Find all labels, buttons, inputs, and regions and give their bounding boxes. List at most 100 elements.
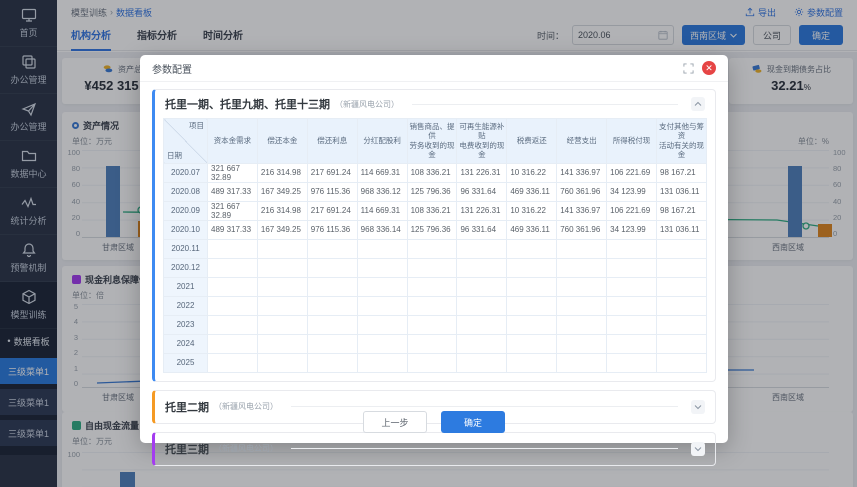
value-cell: 489 317.33: [207, 181, 258, 202]
value-cell: 976 115.36: [306, 181, 358, 202]
table-row: 2020.07 321 667 32.89 216 314.98 217 691.24…: [163, 162, 707, 183]
section-header[interactable]: 托里一期、托里九期、托里十三期 （新疆风电公司）: [155, 90, 715, 116]
value-cell: 760 361.96: [556, 219, 608, 240]
chevron-up-icon: [694, 101, 702, 106]
table-column-header: 支付其他与筹资 活动有关的现金: [656, 118, 707, 164]
value-cell: [456, 333, 508, 354]
value-cell: [356, 238, 408, 259]
value-cell: [306, 238, 358, 259]
expand-button[interactable]: [691, 441, 705, 456]
value-cell: 976 115.36: [306, 219, 358, 240]
collapse-button[interactable]: [691, 97, 705, 111]
value-cell: [356, 295, 408, 316]
value-cell: [456, 295, 508, 316]
value-cell: [207, 238, 258, 259]
previous-step-button[interactable]: 上一步: [363, 411, 427, 433]
table-column-header: 可再生能源补贴 电费收到的现金: [456, 118, 508, 164]
table-corner-cell: 项目 日期: [163, 118, 208, 164]
date-cell: 2023: [163, 314, 208, 335]
value-cell: [356, 314, 408, 335]
value-cell: [306, 352, 358, 373]
value-cell: 98 167.21: [656, 162, 707, 183]
param-config-dialog: 参数配置 ✕ 托里一期、托里九期、托里十三期 （新疆风电公司） 项目 日期 资本…: [140, 55, 728, 466]
value-cell: [356, 352, 408, 373]
dialog-header: 参数配置 ✕: [140, 55, 728, 82]
value-cell: [506, 295, 558, 316]
value-cell: [556, 295, 608, 316]
value-cell: [207, 333, 258, 354]
value-cell: 968 336.12: [356, 181, 408, 202]
value-cell: 131 226.31: [456, 162, 508, 183]
value-cell: 125 796.36: [406, 219, 458, 240]
value-cell: [207, 295, 258, 316]
table-column-header: 偿还利息: [306, 118, 358, 164]
value-cell: [506, 333, 558, 354]
value-cell: 34 123.99: [606, 181, 658, 202]
value-cell: [256, 295, 308, 316]
value-cell: [456, 276, 508, 297]
app-window: 首页 办公管理 办公管理 数据中心 统计分析 预警机制 模型训练 • 数据看板 三级菜单1 三…: [0, 0, 857, 487]
value-cell: 216 314.98: [256, 162, 308, 183]
value-cell: [606, 352, 658, 373]
table-column-header: 所得税付现: [606, 118, 658, 164]
date-cell: 2020.08: [163, 181, 208, 202]
close-icon[interactable]: ✕: [702, 61, 716, 75]
table-row: 2020.10 489 317.33 167 349.25 976 115.36 968…: [163, 219, 707, 240]
value-cell: [356, 276, 408, 297]
value-cell: [356, 333, 408, 354]
corner-label-top: 项目: [189, 121, 204, 130]
value-cell: [456, 314, 508, 335]
confirm-button[interactable]: 确定: [441, 411, 505, 433]
value-cell: [207, 314, 258, 335]
table-column-header: 分红配股利: [356, 118, 408, 164]
value-cell: 131 036.11: [656, 181, 707, 202]
value-cell: 106 221.69: [606, 162, 658, 183]
value-cell: [556, 352, 608, 373]
table-row: 2020.08 489 317.33 167 349.25 976 115.36 968…: [163, 181, 707, 202]
section-header[interactable]: 托里三期 （新疆风电公司）: [155, 433, 715, 465]
value-cell: [656, 238, 707, 259]
value-cell: [606, 276, 658, 297]
date-cell: 2020.12: [163, 257, 208, 278]
date-cell: 2021: [163, 276, 208, 297]
value-cell: [456, 238, 508, 259]
value-cell: [656, 314, 707, 335]
table-column-header: 经营支出: [556, 118, 608, 164]
value-cell: 469 336.11: [506, 181, 558, 202]
value-cell: 968 336.14: [356, 219, 408, 240]
table-column-header: 税费返还: [506, 118, 558, 164]
table-row: 2020.11: [163, 238, 707, 259]
date-cell: 2025: [163, 352, 208, 373]
value-cell: [406, 295, 458, 316]
date-cell: 2022: [163, 295, 208, 316]
value-cell: 108 336.21: [406, 162, 458, 183]
value-cell: [207, 352, 258, 373]
dialog-footer: 上一步 确定: [140, 411, 728, 433]
table-row: 2023: [163, 314, 707, 335]
value-cell: [256, 276, 308, 297]
value-cell: [556, 314, 608, 335]
value-cell: [306, 333, 358, 354]
value-cell: 489 317.33: [207, 219, 258, 240]
table-row: 2021: [163, 276, 707, 297]
maximize-icon[interactable]: [683, 62, 694, 74]
value-cell: [656, 333, 707, 354]
table-column-header: 销售商品、提供 劳务收到的现金: [406, 118, 458, 164]
value-cell: [406, 352, 458, 373]
value-cell: 217 691.24: [306, 200, 358, 221]
value-cell: 108 336.21: [406, 200, 458, 221]
value-cell: [207, 276, 258, 297]
divider: [291, 406, 678, 407]
value-cell: 760 361.96: [556, 181, 608, 202]
value-cell: 114 669.31: [356, 200, 408, 221]
value-cell: [456, 352, 508, 373]
value-cell: [506, 314, 558, 335]
value-cell: [606, 295, 658, 316]
value-cell: [506, 276, 558, 297]
value-cell: 216 314.98: [256, 200, 308, 221]
value-cell: 141 336.97: [556, 200, 608, 221]
value-cell: 469 336.11: [506, 219, 558, 240]
dialog-title: 参数配置: [152, 64, 192, 76]
date-cell: 2024: [163, 333, 208, 354]
divider: [291, 448, 678, 449]
